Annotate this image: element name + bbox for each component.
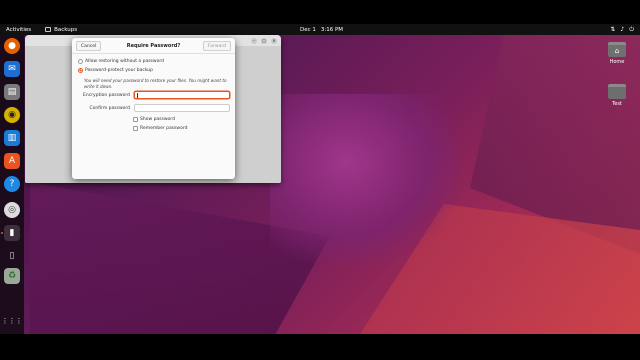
password-note: You will need your password to restore y…	[84, 78, 227, 89]
show-password-row[interactable]: Show password	[133, 117, 175, 122]
confirm-password-field[interactable]	[134, 104, 230, 112]
folder-icon	[608, 84, 626, 99]
writer-icon[interactable]: ▥	[4, 130, 20, 146]
radio-no-password[interactable]	[78, 59, 83, 64]
close-icon[interactable]: ✕	[271, 37, 277, 44]
usb-drive-icon[interactable]: ▯	[4, 248, 20, 264]
app-center-icon[interactable]: A	[4, 153, 20, 169]
disc-icon[interactable]: ◎	[4, 202, 20, 218]
cancel-button[interactable]: Cancel	[76, 41, 102, 51]
radio-password[interactable]	[78, 68, 83, 73]
clock-date: Dec 1	[300, 26, 316, 33]
system-tray[interactable]: ⇅ ♪ ⏻	[610, 26, 634, 34]
thunderbird-icon[interactable]: ✉	[4, 61, 20, 77]
require-password-dialog: Cancel Require Password? Forward Allow r…	[72, 38, 235, 179]
minimize-icon[interactable]: –	[251, 37, 257, 44]
show-password-checkbox[interactable]	[133, 117, 138, 122]
desktop-icon-label: Test	[612, 101, 622, 107]
clock-time: 3:16 PM	[320, 26, 344, 33]
power-icon: ⏻	[629, 25, 634, 33]
backups-app-icon	[45, 27, 52, 32]
dialog-title: Require Password?	[126, 42, 181, 49]
activities-button[interactable]: Activities	[6, 27, 31, 33]
firefox-icon[interactable]: ●	[4, 38, 20, 54]
remember-password-checkbox[interactable]	[133, 126, 138, 131]
option-no-password[interactable]: Allow restoring without a password	[78, 59, 164, 64]
show-apps-icon[interactable]: ⋮⋮⋮	[2, 313, 23, 329]
text-caret	[137, 93, 138, 98]
confirm-password-label: Confirm password	[89, 106, 130, 111]
option-no-password-label: Allow restoring without a password	[85, 59, 164, 64]
trash-icon[interactable]: ♻	[4, 268, 20, 284]
maximize-icon[interactable]: □	[261, 37, 267, 44]
rhythmbox-icon[interactable]: ◉	[4, 107, 20, 123]
help-icon[interactable]: ?	[4, 176, 20, 192]
dock: ● ✉ ▤ ◉ ▥ A ? ◎ ▮ ▯ ♻ ⋮⋮⋮	[0, 35, 24, 334]
encryption-password-label: Encryption password	[83, 93, 130, 98]
encryption-password-field[interactable]	[134, 91, 230, 99]
desktop-test-folder[interactable]: Test	[602, 84, 632, 107]
backups-dock-icon[interactable]: ▮	[4, 225, 20, 241]
desktop-icon-label: Home	[609, 59, 625, 65]
volume-icon: ♪	[620, 25, 625, 33]
top-bar: Activities Backups Dec 1 3:16 PM ⇅ ♪ ⏻	[0, 24, 640, 35]
option-password-label: Password-protect your backup	[85, 68, 154, 73]
running-indicator	[1, 232, 3, 234]
show-password-label: Show password	[140, 117, 175, 122]
option-password[interactable]: Password-protect your backup	[78, 68, 153, 73]
letterbox-bottom	[0, 334, 640, 360]
letterbox-top	[0, 0, 640, 24]
desktop-home-folder[interactable]: ⌂ Home	[602, 42, 632, 65]
app-menu-label: Backups	[54, 26, 78, 33]
dialog-header: Cancel Require Password? Forward	[72, 38, 235, 54]
network-icon: ⇅	[610, 25, 616, 33]
clock[interactable]: Dec 1 3:16 PM	[300, 27, 343, 33]
wallpaper-jellyfish	[270, 94, 460, 264]
forward-button[interactable]: Forward	[202, 41, 231, 51]
app-menu[interactable]: Backups	[45, 27, 77, 33]
home-folder-icon: ⌂	[608, 42, 626, 57]
remember-password-row[interactable]: Remember password	[133, 126, 188, 131]
remember-password-label: Remember password	[140, 126, 188, 131]
files-icon[interactable]: ▤	[4, 84, 20, 100]
